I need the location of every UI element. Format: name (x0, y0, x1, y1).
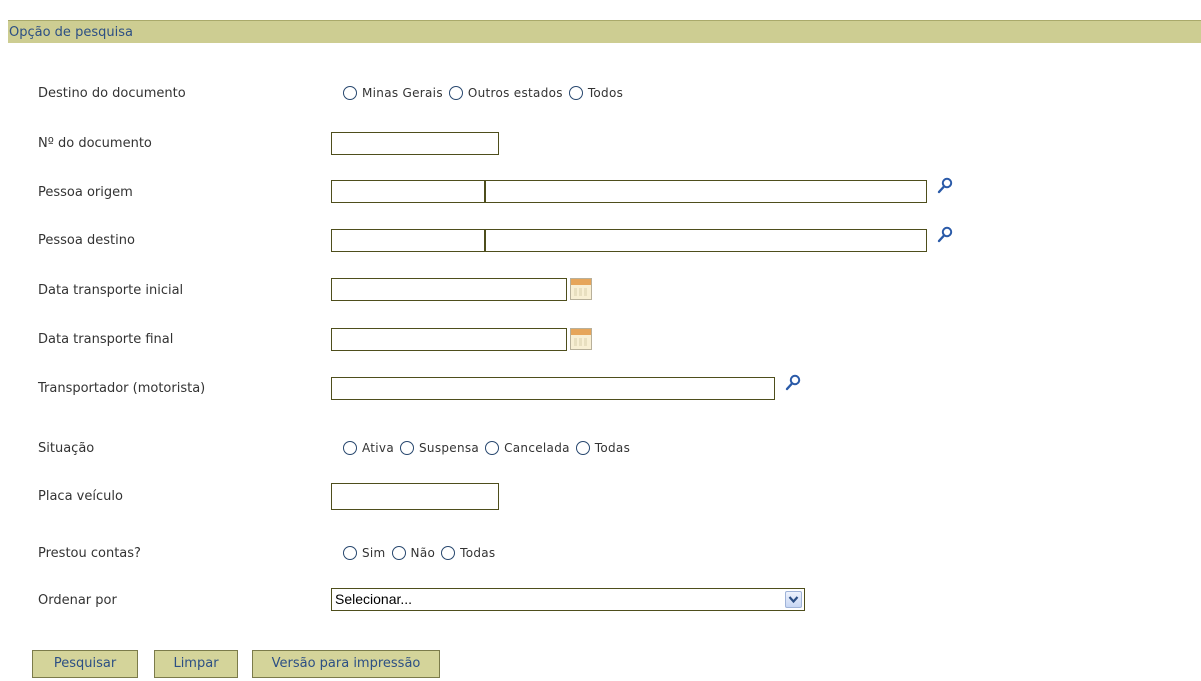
label-prestou: Prestou contas? (38, 546, 141, 561)
row-placa: Placa veículo (8, 483, 1201, 513)
panel-title: Opção de pesquisa (9, 25, 133, 40)
label-ordenar: Ordenar por (38, 593, 117, 608)
button-bar: Pesquisar Limpar Versão para impressão (8, 650, 1201, 681)
row-ordenar: Ordenar por Selecionar... (8, 588, 1201, 618)
pesquisar-button[interactable]: Pesquisar (32, 650, 138, 678)
calendar-icon[interactable] (570, 278, 592, 300)
label-pessoa-origem: Pessoa origem (38, 185, 133, 200)
magnifier-icon[interactable] (785, 374, 801, 392)
magnifier-icon[interactable] (937, 177, 953, 195)
radio-nao[interactable] (391, 546, 406, 560)
label-transportador: Transportador (motorista) (38, 381, 206, 396)
radio-suspensa[interactable] (400, 441, 414, 455)
radio-label: Todas (594, 441, 631, 455)
transportador-input[interactable] (331, 377, 775, 400)
magnifier-icon[interactable] (937, 226, 953, 244)
radio-label: Outros estados (467, 86, 563, 100)
radio-group-destino: Minas Gerais Outros estados Todos (343, 86, 629, 100)
search-options-panel: Opção de pesquisa Destino do documento M… (8, 20, 1201, 681)
row-transportador: Transportador (motorista) (8, 374, 1201, 407)
radio-todos[interactable] (568, 86, 583, 100)
row-pessoa-destino: Pessoa destino (8, 226, 1201, 259)
data-final-input[interactable] (331, 328, 567, 351)
row-situacao: Situação Ativa Suspensa Cancelada Todas (8, 439, 1201, 469)
radio-sim[interactable] (343, 546, 357, 560)
placa-veiculo-input[interactable] (331, 483, 499, 510)
radio-label: Ativa (362, 441, 394, 455)
radio-label: Suspensa (419, 441, 480, 455)
radio-todas[interactable] (575, 441, 590, 455)
radio-minas-gerais[interactable] (343, 86, 357, 100)
radio-label: Todas (460, 546, 496, 560)
ordenar-selected-value: Selecionar... (335, 591, 413, 607)
pessoa-destino-code-input[interactable] (331, 229, 485, 252)
panel-header: Opção de pesquisa (8, 20, 1201, 43)
label-placa: Placa veículo (38, 489, 123, 504)
radio-label: Cancelada (504, 441, 570, 455)
pessoa-destino-name-input[interactable] (484, 229, 927, 252)
radio-group-situacao: Ativa Suspensa Cancelada Todas (343, 441, 636, 455)
row-data-final: Data transporte final (8, 328, 1201, 358)
label-destino: Destino do documento (38, 86, 186, 101)
label-pessoa-destino: Pessoa destino (38, 233, 135, 248)
radio-ativa[interactable] (343, 441, 357, 455)
pessoa-origem-code-input[interactable] (331, 180, 485, 203)
radio-cancelada[interactable] (485, 441, 500, 455)
ordenar-select[interactable]: Selecionar... (331, 588, 805, 611)
row-pessoa-origem: Pessoa origem (8, 177, 1201, 210)
chevron-down-icon[interactable] (785, 591, 802, 608)
pessoa-origem-name-input[interactable] (484, 180, 927, 203)
radio-label: Minas Gerais (362, 86, 443, 100)
radio-group-prestou: Sim Não Todas (343, 546, 501, 560)
data-inicial-input[interactable] (331, 278, 567, 301)
row-data-inicial: Data transporte inicial (8, 278, 1201, 308)
numero-documento-input[interactable] (331, 132, 499, 155)
row-destino: Destino do documento Minas Gerais Outros… (8, 84, 1201, 114)
label-situacao: Situação (38, 441, 95, 456)
radio-outros-estados[interactable] (448, 86, 463, 100)
versao-impressao-button[interactable]: Versão para impressão (252, 650, 440, 678)
radio-label: Sim (362, 546, 386, 560)
calendar-icon[interactable] (570, 328, 592, 350)
row-prestou: Prestou contas? Sim Não Todas (8, 544, 1201, 574)
label-data-final: Data transporte final (38, 332, 174, 347)
label-numero: Nº do documento (38, 136, 152, 151)
radio-label: Não (410, 546, 436, 560)
radio-todas-contas[interactable] (441, 546, 456, 560)
limpar-button[interactable]: Limpar (154, 650, 238, 678)
label-data-inicial: Data transporte inicial (38, 283, 184, 298)
row-numero: Nº do documento (8, 132, 1201, 163)
radio-label: Todos (587, 86, 624, 100)
